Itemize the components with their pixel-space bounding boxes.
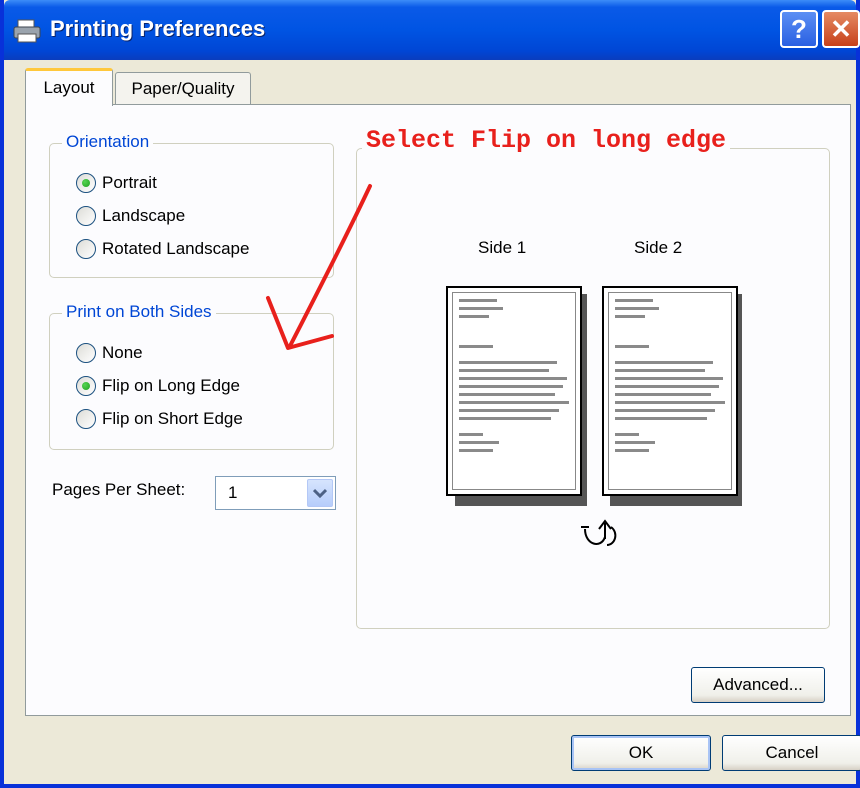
text-line — [459, 361, 557, 364]
radio-portrait[interactable]: Portrait — [76, 170, 157, 196]
radio-button-checked[interactable] — [76, 173, 96, 193]
pages-per-sheet-label: Pages Per Sheet: — [52, 480, 186, 499]
radio-button[interactable] — [76, 239, 96, 259]
pages-per-sheet-select[interactable]: 1 — [215, 476, 336, 510]
text-line — [459, 449, 493, 452]
side-1-page-preview — [446, 286, 582, 496]
radio-label-rotated-landscape: Rotated Landscape — [102, 239, 250, 258]
text-line — [615, 401, 725, 404]
dropdown-arrow-icon[interactable] — [307, 479, 333, 507]
help-button[interactable]: ? — [780, 10, 818, 48]
text-line — [615, 361, 713, 364]
radio-button[interactable] — [76, 409, 96, 429]
radio-button[interactable] — [76, 206, 96, 226]
printer-icon — [13, 19, 41, 43]
radio-rotated-landscape[interactable]: Rotated Landscape — [76, 236, 249, 262]
text-line — [459, 393, 555, 396]
radio-label-portrait: Portrait — [102, 173, 157, 192]
radio-button[interactable] — [76, 343, 96, 363]
text-line — [615, 409, 715, 412]
text-line — [615, 377, 723, 380]
radio-flip-long-edge[interactable]: Flip on Long Edge — [76, 373, 240, 399]
side-2-page-preview — [602, 286, 738, 496]
title-bar[interactable]: Printing Preferences ? ✕ — [4, 0, 860, 60]
annotation-arrow-icon — [266, 184, 372, 350]
tab-paper-quality[interactable]: Paper/Quality — [115, 72, 251, 105]
side-1-label: Side 1 — [478, 238, 527, 257]
side-2-label: Side 2 — [634, 238, 683, 257]
text-line — [615, 315, 645, 318]
text-line — [459, 409, 559, 412]
page-frame — [608, 292, 732, 490]
printing-preferences-window: Printing Preferences ? ✕ Layout Paper/Qu… — [0, 0, 860, 788]
radio-button-checked[interactable] — [76, 376, 96, 396]
text-line — [615, 449, 649, 452]
radio-label-landscape: Landscape — [102, 206, 186, 225]
print-both-sides-group-label: Print on Both Sides — [62, 302, 216, 322]
pages-per-sheet-value: 1 — [228, 483, 238, 502]
close-button[interactable]: ✕ — [822, 10, 860, 48]
advanced-button[interactable]: Advanced... — [691, 667, 825, 703]
text-line — [615, 393, 711, 396]
radio-label-none: None — [102, 343, 143, 362]
text-line — [459, 401, 569, 404]
text-line — [459, 369, 549, 372]
ok-button[interactable]: OK — [571, 735, 711, 771]
text-line — [459, 315, 489, 318]
text-line — [459, 307, 503, 310]
tab-layout[interactable]: Layout — [25, 68, 113, 106]
text-line — [459, 417, 551, 420]
annotation-callout: Select Flip on long edge — [362, 126, 731, 155]
cancel-button[interactable]: Cancel — [722, 735, 860, 771]
text-line — [459, 345, 493, 348]
text-line — [615, 299, 653, 302]
orientation-group-label: Orientation — [62, 132, 154, 152]
window-title: Printing Preferences — [50, 16, 266, 41]
radio-landscape[interactable]: Landscape — [76, 203, 185, 229]
page-frame — [452, 292, 576, 490]
text-line — [615, 307, 659, 310]
text-line — [615, 433, 639, 436]
text-line — [459, 385, 563, 388]
duplex-preview-panel: Side 1 Side 2 — [356, 148, 830, 629]
radio-label-flip-short-edge: Flip on Short Edge — [102, 409, 243, 428]
text-line — [615, 441, 655, 444]
text-line — [615, 417, 707, 420]
radio-none[interactable]: None — [76, 340, 143, 366]
radio-label-flip-long-edge: Flip on Long Edge — [102, 376, 240, 395]
text-line — [459, 299, 497, 302]
flip-rotate-icon — [581, 519, 617, 546]
text-line — [459, 377, 567, 380]
text-line — [615, 385, 719, 388]
text-line — [459, 433, 483, 436]
text-line — [459, 441, 499, 444]
text-line — [615, 345, 649, 348]
radio-flip-short-edge[interactable]: Flip on Short Edge — [76, 406, 243, 432]
text-line — [615, 369, 705, 372]
